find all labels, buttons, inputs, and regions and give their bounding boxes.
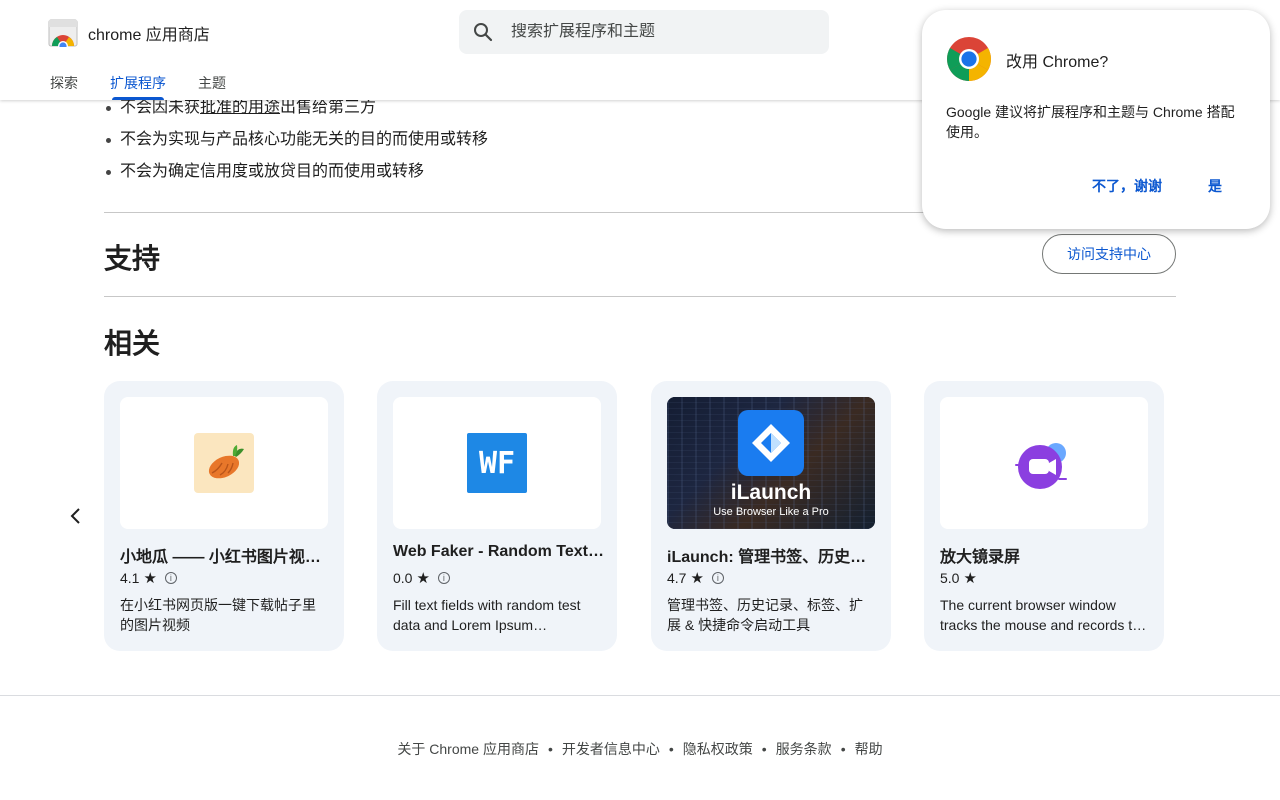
related-card[interactable]: WF Web Faker - Random Text Generator 0.0… (377, 381, 617, 651)
card-rating: 4.1 ★ i (120, 569, 177, 587)
camera-blob-icon (1015, 443, 1067, 489)
card-thumbnail: WF (393, 397, 601, 529)
privacy-practices: 不会因未获批准的用途出售给第三方 不会为实现与产品核心功能无关的目的而使用或转移… (104, 96, 904, 192)
search-box[interactable] (459, 10, 829, 54)
chrome-web-store-logo[interactable] (48, 17, 78, 47)
footer-link-help[interactable]: 帮助 (855, 739, 883, 759)
footer-link-privacy[interactable]: 隐私权政策 (683, 739, 753, 759)
footer: 关于 Chrome 应用商店 • 开发者信息中心 • 隐私权政策 • 服务条款 … (397, 739, 883, 759)
decline-button[interactable]: 不了，谢谢 (1092, 176, 1162, 196)
tab-explore[interactable]: 探索 (50, 73, 78, 100)
star-icon: ★ (963, 570, 977, 587)
card-rating: 5.0 ★ (940, 570, 977, 587)
related-heading: 相关 (104, 328, 161, 359)
card-title[interactable]: 放大镜录屏 (940, 543, 1152, 567)
star-icon: ★ (143, 570, 157, 587)
privacy-item: 不会因未获批准的用途出售给第三方 (104, 96, 904, 128)
footer-link-terms[interactable]: 服务条款 (776, 739, 832, 759)
chevron-left-icon[interactable] (64, 504, 88, 528)
related-card[interactable]: iLaunch Use Browser Like a Pro iLaunch: … (651, 381, 891, 651)
card-title[interactable]: 小地瓜 —— 小红书图片视频下载 (120, 543, 332, 567)
card-description: Fill text fields with random test data a… (393, 597, 581, 633)
visit-support-button[interactable]: 访问支持中心 (1042, 234, 1176, 274)
support-heading: 支持 (104, 243, 161, 274)
footer-divider (0, 695, 1280, 696)
related-card[interactable]: 小地瓜 —— 小红书图片视频下载 4.1 ★ i 在小红书网页版一键下载帖子里的… (104, 381, 344, 651)
star-icon: ★ (416, 570, 430, 587)
card-description: 管理书签、历史记录、标签、扩展 & 快捷命令启动工具 (667, 597, 863, 633)
approved-use-link[interactable]: 批准的用途 (200, 99, 280, 116)
search-icon[interactable] (471, 20, 495, 44)
footer-link-developer[interactable]: 开发者信息中心 (562, 739, 660, 759)
card-thumbnail: iLaunch Use Browser Like a Pro (667, 397, 875, 529)
brand-title[interactable]: chrome 应用商店 (88, 21, 210, 45)
card-thumbnail (120, 397, 328, 529)
accept-button[interactable]: 是 (1208, 176, 1222, 196)
card-thumbnail (940, 397, 1148, 529)
search-input[interactable] (511, 23, 811, 41)
ilaunch-logo (738, 410, 804, 476)
info-icon[interactable]: i (711, 572, 724, 584)
dialog-body: Google 建议将扩展程序和主题与 Chrome 搭配使用。 (946, 104, 1235, 140)
footer-link-about[interactable]: 关于 Chrome 应用商店 (397, 739, 539, 759)
star-icon: ★ (690, 570, 704, 587)
dialog-title: 改用 Chrome? (1006, 54, 1109, 71)
tab-themes[interactable]: 主题 (198, 73, 226, 100)
card-rating: 0.0 ★ i (393, 569, 450, 587)
related-card[interactable]: 放大镜录屏 5.0 ★ The current browser window t… (924, 381, 1164, 651)
divider (104, 296, 1176, 297)
card-title[interactable]: iLaunch: 管理书签、历史记录、标签 (667, 543, 879, 567)
privacy-item: 不会为确定信用度或放贷目的而使用或转移 (104, 160, 904, 192)
card-rating: 4.7 ★ i (667, 569, 724, 587)
switch-to-chrome-dialog: 改用 Chrome? Google 建议将扩展程序和主题与 Chrome 搭配使… (922, 10, 1270, 229)
tab-extensions[interactable]: 扩展程序 (110, 73, 166, 100)
wf-icon: WF (467, 433, 527, 493)
nav-tabs: 探索 扩展程序 主题 (50, 73, 258, 100)
sweet-potato-icon (194, 433, 254, 493)
banner-subtitle: Use Browser Like a Pro (713, 506, 829, 518)
card-description: The current browser window tracks the mo… (940, 597, 1148, 633)
info-icon[interactable]: i (437, 572, 450, 584)
chrome-icon (947, 37, 991, 81)
info-icon[interactable]: i (164, 572, 177, 584)
card-title[interactable]: Web Faker - Random Text Generator (393, 543, 605, 561)
card-description: 在小红书网页版一键下载帖子里的图片视频 (120, 597, 316, 633)
banner-title: iLaunch (730, 481, 812, 504)
privacy-item: 不会为实现与产品核心功能无关的目的而使用或转移 (104, 128, 904, 160)
